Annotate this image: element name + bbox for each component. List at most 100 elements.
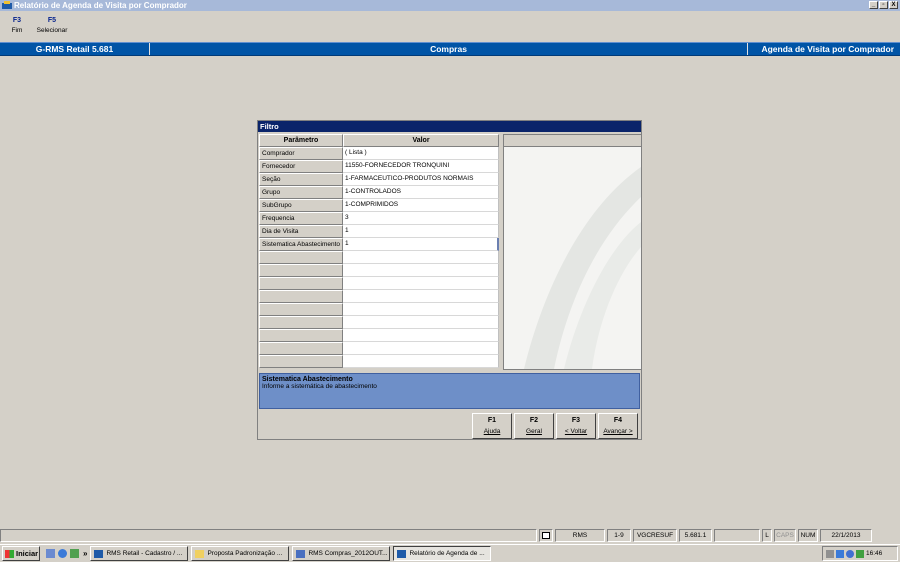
selecionar-button[interactable]: F5 Selecionar [34, 17, 70, 39]
empty-row [259, 342, 499, 355]
preview-header [504, 135, 641, 147]
param-value-input[interactable]: 1 [343, 238, 499, 251]
quicklaunch-app-icon[interactable] [46, 549, 55, 558]
maximize-button[interactable]: ▫ [879, 1, 888, 9]
fim-button[interactable]: F3 Fim [0, 17, 34, 39]
parameter-grid: Parâmetro Valor Comprador ( Lista ) Forn… [259, 134, 499, 368]
button-key: F1 [487, 417, 497, 424]
status-empty [714, 529, 760, 542]
param-value[interactable]: 11550-FORNECEDOR TRONQUINI [343, 160, 499, 173]
status-page: 1-9 [607, 529, 631, 542]
folder-icon [195, 549, 205, 558]
fkey-label: Fim [11, 27, 23, 34]
status-date: 22/1/2013 [820, 529, 872, 542]
description-title: Sistematica Abastecimento [262, 376, 353, 383]
task-rms-compras[interactable]: RMS Compras_2012OUT... [292, 546, 391, 561]
table-row[interactable]: Sistematica Abastecimento 1 [259, 238, 499, 251]
param-label: Frequencia [259, 212, 343, 225]
task-relatorio-agenda[interactable]: Relatório de Agenda de ... [393, 546, 492, 561]
button-key: F4 [613, 417, 623, 424]
button-key: F2 [529, 417, 539, 424]
param-value[interactable]: 1-FARMACEUTICO-PRODUTOS NORMAIS [343, 173, 499, 186]
antivirus-icon[interactable] [846, 549, 854, 558]
avancar-button[interactable]: F4 Avançar > [598, 413, 638, 439]
param-value[interactable]: ( Lista ) [343, 147, 499, 160]
system-tray: 16:46 [822, 546, 898, 561]
empty-row [259, 303, 499, 316]
status-version: 5.681.1 [679, 529, 712, 542]
voltar-button[interactable]: F3 < Voltar [556, 413, 596, 439]
grid-header: Parâmetro Valor [259, 134, 499, 147]
window-controls: _ ▫ X [869, 1, 898, 9]
dialog-button-bar: F1 Ajuda F2 Geral F3 < Voltar F4 Avançar… [472, 413, 638, 439]
table-row[interactable]: Comprador ( Lista ) [259, 147, 499, 160]
table-row[interactable]: SubGrupo 1-COMPRIMIDOS [259, 199, 499, 212]
task-label: RMS Retail - Cadastro / ... [106, 550, 183, 557]
task-label: RMS Compras_2012OUT... [308, 550, 388, 557]
table-row[interactable]: Seção 1-FARMACEUTICO-PRODUTOS NORMAIS [259, 173, 499, 186]
status-caps: CAPS [774, 529, 796, 542]
desktop-icon[interactable] [70, 549, 79, 558]
param-value[interactable]: 1-COMPRIMIDOS [343, 199, 499, 212]
status-bar: RMS 1-9 VGCRESUF 5.681.1 L CAPS NUM 22/1… [0, 529, 900, 543]
button-label: Avançar > [603, 428, 633, 435]
task-proposta[interactable]: Proposta Padronização ... [191, 546, 290, 561]
table-row[interactable]: Dia de Visita 1 [259, 225, 499, 238]
geral-button[interactable]: F2 Geral [514, 413, 554, 439]
rms-app-icon [397, 549, 407, 558]
param-value[interactable]: 1-CONTROLADOS [343, 186, 499, 199]
start-button[interactable]: Iniciar [2, 546, 40, 561]
empty-row [259, 316, 499, 329]
button-label: Ajuda [483, 428, 501, 435]
fkey-code: F3 [12, 17, 22, 24]
empty-row [259, 290, 499, 303]
filter-dialog: Filtro Parâmetro Valor Comprador ( Lista… [257, 120, 642, 440]
empty-row [259, 355, 499, 368]
screen-name: Agenda de Visita por Comprador [761, 44, 894, 54]
fkey-code: F5 [47, 17, 57, 24]
param-label: Sistematica Abastecimento [259, 238, 343, 251]
ajuda-button[interactable]: F1 Ajuda [472, 413, 512, 439]
empty-row [259, 264, 499, 277]
close-button[interactable]: X [889, 1, 898, 9]
column-header-parametro: Parâmetro [259, 134, 343, 147]
status-system: RMS [555, 529, 605, 542]
column-header-valor: Valor [343, 134, 499, 147]
module-name: Compras [150, 43, 748, 55]
param-label: Grupo [259, 186, 343, 199]
param-value[interactable]: 3 [343, 212, 499, 225]
function-key-toolbar: F3 Fim F5 Selecionar [0, 17, 70, 39]
table-row[interactable]: Fornecedor 11550-FORNECEDOR TRONQUINI [259, 160, 499, 173]
network-icon[interactable] [836, 549, 844, 558]
field-description-panel: Sistematica Abastecimento Informe a sist… [259, 373, 640, 409]
product-name: G-RMS Retail 5.681 [0, 43, 150, 55]
param-label: Seção [259, 173, 343, 186]
status-user: VGCRESUF [633, 529, 677, 542]
param-label: Fornecedor [259, 160, 343, 173]
empty-row [259, 251, 499, 264]
status-num: NUM [798, 529, 818, 542]
table-row[interactable]: Grupo 1-CONTROLADOS [259, 186, 499, 199]
fkey-label: Selecionar [36, 27, 68, 34]
button-label: < Voltar [564, 428, 588, 435]
status-l: L [762, 529, 772, 542]
window-title-bar[interactable]: Relatório de Agenda de Visita por Compra… [0, 0, 900, 11]
rms-app-icon [94, 549, 104, 558]
status-message [0, 529, 537, 542]
clock: 16:46 [866, 550, 883, 557]
task-rms-cadastro[interactable]: RMS Retail - Cadastro / ... [90, 546, 189, 561]
people-icon[interactable] [856, 549, 864, 558]
button-key: F3 [571, 417, 581, 424]
minimize-button[interactable]: _ [869, 1, 878, 9]
preview-panel [503, 134, 642, 370]
internet-explorer-icon[interactable] [58, 549, 67, 558]
param-value[interactable]: 1 [343, 225, 499, 238]
windows-flag-icon [5, 549, 14, 558]
table-row[interactable]: Frequencia 3 [259, 212, 499, 225]
status-doc-icon [539, 529, 553, 542]
printer-icon[interactable] [826, 549, 834, 558]
task-label: Proposta Padronização ... [207, 550, 283, 557]
description-text: Informe a sistemática de abastecimento [262, 383, 377, 390]
quicklaunch-more-icon[interactable]: » [83, 549, 87, 558]
task-label: Relatório de Agenda de ... [409, 550, 485, 557]
